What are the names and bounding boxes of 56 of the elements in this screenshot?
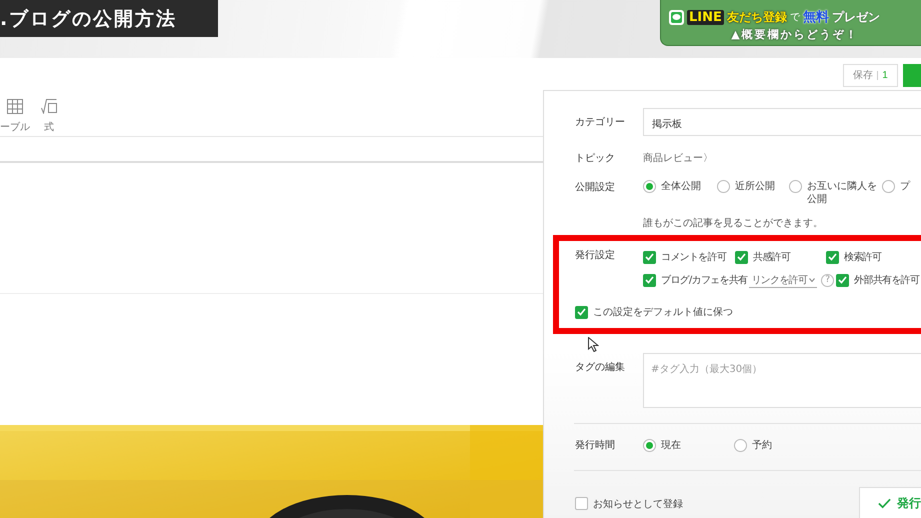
tool-label: ーブル bbox=[0, 120, 30, 134]
checkbox[interactable] bbox=[575, 306, 588, 318]
checkbox[interactable] bbox=[643, 250, 656, 264]
caret-icon bbox=[809, 278, 816, 282]
checkbox[interactable] bbox=[735, 250, 748, 264]
field-label: 発行時間 bbox=[575, 438, 616, 452]
radio-label: お互いに隣人を公開 bbox=[807, 180, 878, 206]
promo-text: 友だち登録 bbox=[726, 8, 787, 26]
checkbox-label: この設定をデフォルト値に保つ bbox=[593, 306, 733, 319]
radio-label: 全体公開 bbox=[661, 180, 701, 193]
category-select[interactable]: 掲示板 bbox=[643, 108, 921, 136]
field-label: カテゴリー bbox=[575, 116, 626, 129]
promo-note: ▲概要欄からどうぞ！ bbox=[731, 27, 859, 42]
topic-link[interactable]: 商品レビュー〉 bbox=[643, 151, 713, 165]
checkbox-label: お知らせとして登録 bbox=[593, 498, 683, 510]
line-badge: LINE bbox=[687, 10, 724, 24]
publish-button[interactable]: 発行 bbox=[859, 487, 921, 518]
promo-text: 無料 bbox=[802, 9, 829, 26]
save-button[interactable]: 保存 1 bbox=[843, 64, 898, 86]
field-label: タグの編集 bbox=[575, 361, 626, 374]
checkbox-label: コメントを許可 bbox=[661, 250, 726, 264]
tool-label: 式 bbox=[44, 120, 54, 134]
radio-label: 現在 bbox=[661, 438, 681, 452]
checkbox[interactable] bbox=[575, 497, 588, 510]
checkbox-label: ブログ/カフェを共有 bbox=[661, 274, 748, 287]
checkbox-label: 検索許可 bbox=[844, 250, 882, 264]
square-root-icon bbox=[41, 99, 57, 114]
visibility-hint: 誰もがこの記事を見ることができます。 bbox=[643, 216, 824, 229]
checkbox-label: 共感許可 bbox=[753, 250, 790, 264]
checkbox[interactable] bbox=[836, 274, 850, 286]
promo-text: プレゼン bbox=[832, 8, 880, 26]
checkbox[interactable] bbox=[643, 274, 656, 286]
table-icon bbox=[7, 99, 23, 114]
radio-button[interactable] bbox=[734, 438, 747, 452]
radio-label: 予約 bbox=[752, 438, 772, 452]
field-label: トピック bbox=[575, 152, 616, 165]
save-count: 1 bbox=[882, 70, 888, 80]
publish-button[interactable] bbox=[903, 64, 921, 86]
radio-label: プ bbox=[900, 180, 910, 193]
field-label: 公開設定 bbox=[575, 180, 616, 194]
chat-bubble-icon bbox=[669, 10, 684, 24]
radio-button[interactable] bbox=[643, 438, 656, 452]
radio-button[interactable] bbox=[643, 180, 656, 193]
field-label: 発行設定 bbox=[575, 248, 616, 262]
link-permission-select[interactable]: リンクを許可 bbox=[749, 272, 818, 288]
check-icon bbox=[878, 498, 891, 509]
radio-button[interactable] bbox=[882, 180, 895, 193]
promo-text: で bbox=[790, 11, 800, 24]
radio-button[interactable] bbox=[717, 180, 730, 193]
checkbox[interactable] bbox=[826, 250, 839, 264]
radio-label: 近所公開 bbox=[735, 180, 775, 193]
radio-button[interactable] bbox=[789, 180, 802, 193]
tag-input[interactable]: #タグ入力（最大30個） bbox=[643, 353, 921, 408]
video-title: .ブログの公開方法 bbox=[0, 0, 218, 37]
checkbox-label: 外部共有を許可 bbox=[854, 274, 920, 287]
mouse-cursor-icon bbox=[588, 337, 599, 352]
